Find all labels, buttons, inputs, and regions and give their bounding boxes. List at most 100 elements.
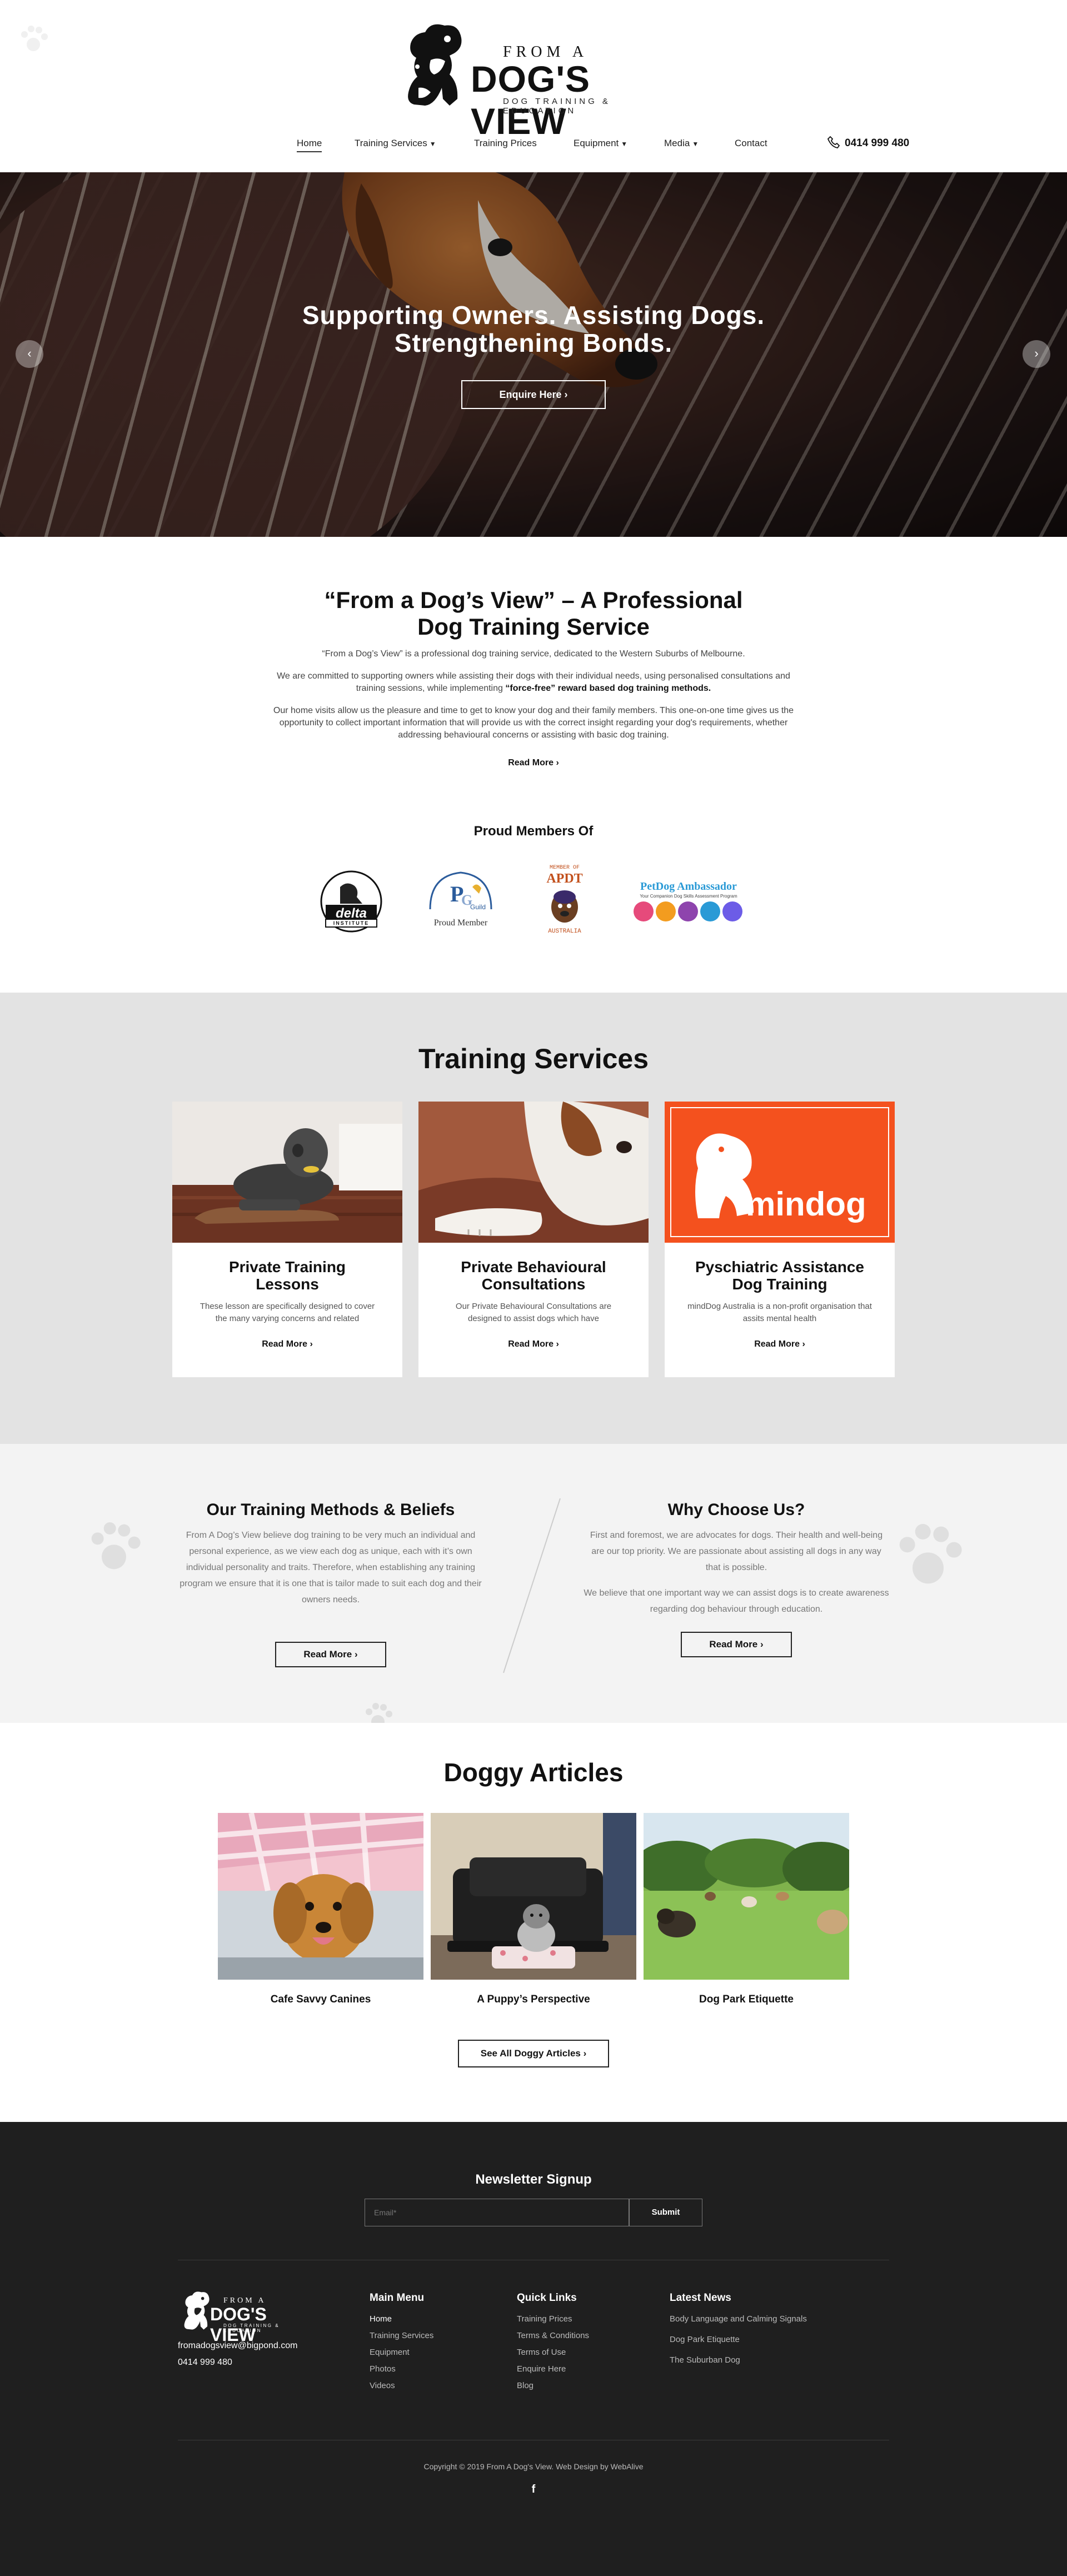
- apdt-dog-icon: [551, 890, 578, 923]
- methods-section: Our Training Methods & Beliefs From A Do…: [0, 1444, 1067, 1723]
- footer-logo[interactable]: FROM A DOG'S VIEW DOG TRAINING & EDUCATI…: [177, 2289, 310, 2345]
- article-image-golden-puppy: [217, 1812, 424, 1980]
- read-more-label: Read More: [508, 758, 554, 768]
- service-title-line2: Dog Training: [732, 1275, 827, 1293]
- footer-col-title: Main Menu: [370, 2292, 425, 2304]
- articles-title: Doggy Articles: [443, 1758, 624, 1787]
- paw-icon: [899, 1524, 962, 1584]
- chevron-down-icon: ▼: [429, 140, 436, 148]
- nav-item-equipment[interactable]: Equipment ▼: [574, 138, 627, 149]
- service-description: These lesson are specifically designed t…: [200, 1302, 375, 1323]
- footer-news-link[interactable]: The Suburban Dog: [670, 2355, 807, 2365]
- article-title[interactable]: Dog Park Etiquette: [644, 1994, 849, 2006]
- footer-news-link[interactable]: Body Language and Calming Signals: [670, 2314, 807, 2324]
- why-choose-read-more-button[interactable]: Read More ›: [681, 1632, 792, 1657]
- facebook-icon[interactable]: f: [528, 2483, 539, 2500]
- paw-icon: [366, 1703, 392, 1723]
- phone-icon: [827, 136, 840, 148]
- service-read-more-link[interactable]: Read More ›: [262, 1339, 313, 1349]
- methods-read-more-button[interactable]: Read More ›: [275, 1642, 386, 1667]
- read-more-label: Read More: [303, 1649, 352, 1660]
- badge-apdt-sub: AUSTRALIA: [548, 928, 581, 935]
- chevron-down-icon: ▼: [621, 140, 628, 148]
- footer-email-link[interactable]: fromadogsview@bigpond.com: [178, 2341, 297, 2351]
- badge-pet-professional-guild[interactable]: P G Guild Proud Member: [419, 865, 502, 937]
- see-all-articles-button[interactable]: See All Doggy Articles ›: [458, 2040, 609, 2067]
- nav-item-training-prices[interactable]: Training Prices: [474, 138, 537, 149]
- article-card-dog-park[interactable]: Dog Park Etiquette: [632, 1813, 860, 2006]
- badge-apdt-text: APDT: [546, 871, 583, 886]
- slider-prev-button[interactable]: ‹: [16, 340, 43, 368]
- dog-logo-icon: [408, 24, 462, 106]
- header-phone[interactable]: 0414 999 480: [827, 136, 909, 150]
- article-title[interactable]: Cafe Savvy Canines: [218, 1994, 423, 2006]
- intro-read-more-row: Read More ›: [267, 757, 800, 769]
- read-more-label: Read More: [709, 1639, 758, 1650]
- newsletter-email-input[interactable]: [365, 2199, 629, 2226]
- nav-item-contact[interactable]: Contact: [735, 138, 767, 149]
- proud-members-title: Proud Members Of: [473, 824, 594, 839]
- service-read-more-link[interactable]: Read More ›: [754, 1339, 805, 1349]
- badge-delta-sub: INSTITUTE: [333, 920, 370, 926]
- footer-link-blog[interactable]: Blog: [517, 2381, 589, 2390]
- read-more-label: Read More: [508, 1339, 554, 1349]
- ppg-logo-icon: P G Guild: [429, 871, 492, 911]
- service-card-behavioural[interactable]: Private Behavioural Consultations Our Pri…: [418, 1100, 649, 1377]
- footer-link-terms-conditions[interactable]: Terms & Conditions: [517, 2331, 589, 2340]
- service-title-line1: Pyschiatric Assistance: [695, 1258, 865, 1275]
- footer-link-home[interactable]: Home: [370, 2314, 433, 2324]
- footer-latest-news: Latest News Body Language and Calming Si…: [670, 2292, 807, 2372]
- intro-section: “From a Dog’s View” – A Professional Dog …: [0, 537, 1067, 993]
- footer-link-terms-of-use[interactable]: Terms of Use: [517, 2348, 589, 2357]
- article-card-cafe-savvy[interactable]: Cafe Savvy Canines: [217, 1812, 424, 2006]
- service-read-more-row: Read More ›: [418, 1339, 649, 1349]
- article-title[interactable]: A Puppy’s Perspective: [431, 1994, 636, 2006]
- footer-link-training-services[interactable]: Training Services: [370, 2331, 433, 2340]
- service-read-more-link[interactable]: Read More ›: [508, 1339, 559, 1349]
- footer-phone-link[interactable]: 0414 999 480: [178, 2358, 232, 2368]
- article-card-puppy-perspective[interactable]: A Puppy’s Perspective: [431, 1813, 636, 2006]
- badge-apdt-australia[interactable]: MEMBER OF APDT AUSTRALIA: [537, 865, 592, 937]
- newsletter-title: Newsletter Signup: [475, 2172, 592, 2187]
- nav-label: Home: [297, 138, 322, 148]
- nav-item-media[interactable]: Media ▼: [664, 138, 699, 149]
- pda-circles-icon: [634, 901, 742, 921]
- badge-delta-text: delta: [335, 906, 367, 921]
- footer-link-enquire[interactable]: Enquire Here: [517, 2364, 589, 2374]
- site-logo[interactable]: FROM A DOG'S VIEW DOG TRAINING & EDUCATI…: [392, 21, 681, 142]
- intro-title: “From a Dog’s View” – A Professional Dog …: [0, 587, 1067, 640]
- intro-read-more-link[interactable]: Read More ›: [508, 758, 559, 768]
- footer-news-link[interactable]: Dog Park Etiquette: [670, 2335, 807, 2344]
- footer-link-training-prices[interactable]: Training Prices: [517, 2314, 589, 2324]
- articles-section: Doggy Articles Cafe Savvy Canines A Pupp…: [0, 1723, 1067, 2122]
- badge-petdog-ambassador[interactable]: PetDog Ambassador Your Companion Dog Ski…: [627, 865, 750, 937]
- newsletter-submit-button[interactable]: Submit: [629, 2199, 702, 2226]
- footer-link-equipment[interactable]: Equipment: [370, 2348, 433, 2357]
- footer-logo-line3: DOG TRAINING & EDUCATION: [223, 2323, 280, 2333]
- footer-link-photos[interactable]: Photos: [370, 2364, 433, 2374]
- service-card-private-training[interactable]: Private Training Lessons These lesson are…: [172, 1102, 402, 1377]
- service-read-more-row: Read More ›: [665, 1339, 895, 1349]
- service-card-psychiatric[interactable]: mindog Pyschiatric Assistance Dog Trainin…: [665, 1102, 895, 1377]
- training-services-section: Training Services Private Training Lesson…: [0, 993, 1067, 1444]
- hero-headline-line1: Supporting Owners. Assisting Dogs.: [302, 301, 765, 330]
- nav-label: Equipment: [574, 138, 619, 148]
- service-description: mindDog Australia is a non-profit organi…: [687, 1302, 872, 1323]
- delta-logo-icon: [320, 870, 382, 933]
- footer-link-videos[interactable]: Videos: [370, 2381, 433, 2390]
- footer-main-menu: Main Menu Home Training Services Equipme…: [370, 2292, 433, 2398]
- badge-ppg-text: Proud Member: [433, 918, 488, 928]
- intro-paragraph-1: “From a Dog’s View” is a professional do…: [322, 649, 745, 659]
- nav-label: Training Prices: [474, 138, 537, 148]
- logo-line3: DOG TRAINING & EDUCATION: [503, 97, 611, 116]
- see-all-label: See All Doggy Articles: [480, 2048, 581, 2059]
- chevron-right-icon: ›: [564, 389, 568, 400]
- nav-item-training-services[interactable]: Training Services ▼: [355, 138, 436, 149]
- badge-delta-institute[interactable]: delta INSTITUTE: [318, 865, 385, 937]
- nav-item-home[interactable]: Home: [297, 138, 322, 152]
- badge-pda-text: PetDog Ambassador: [640, 880, 737, 893]
- slider-next-button[interactable]: ›: [1023, 340, 1050, 368]
- enquire-button[interactable]: Enquire Here ›: [461, 380, 606, 409]
- service-description: Our Private Behavioural Consultations ar…: [455, 1302, 612, 1323]
- why-choose-text-2: We believe that one important way we can…: [584, 1588, 889, 1614]
